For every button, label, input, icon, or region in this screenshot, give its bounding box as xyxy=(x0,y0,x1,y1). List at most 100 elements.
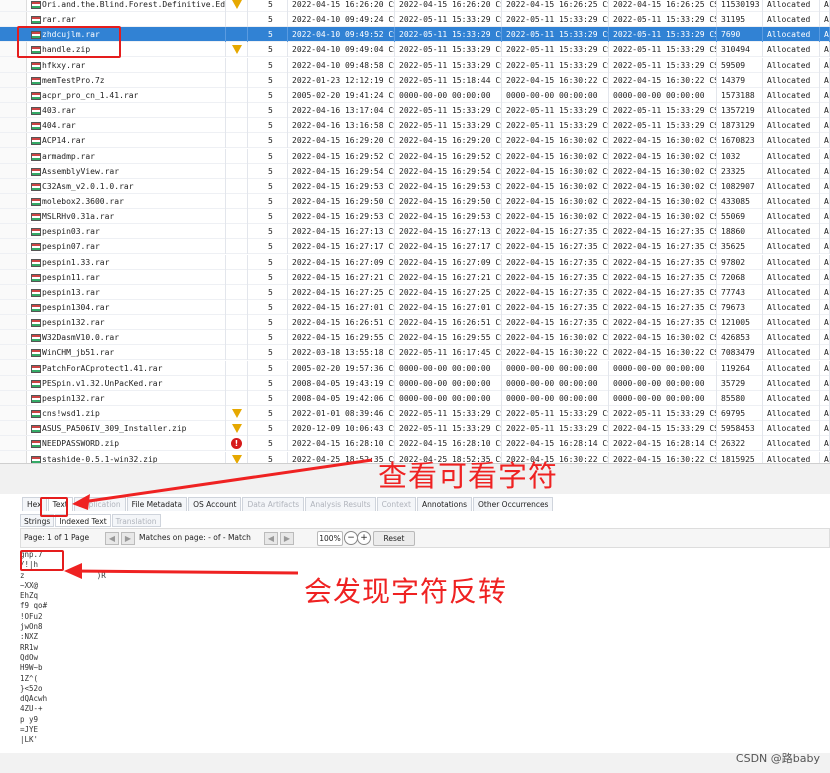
table-row[interactable]: acpr_pro_cn_1.41.rar 5 2005-02-20 19:41:24… xyxy=(0,87,830,103)
a-cell: A xyxy=(820,284,830,300)
table-row[interactable]: pespin13.rar 5 2022-04-15 16:27:25 CST 2022… xyxy=(0,284,830,300)
archive-file-icon xyxy=(31,197,41,206)
zoom-field[interactable]: 100% xyxy=(317,531,343,546)
table-row[interactable]: memTestPro.7z 5 2022-01-23 12:12:19 CST 202… xyxy=(0,72,830,88)
next-match-button[interactable]: ▶ xyxy=(280,532,294,545)
table-row[interactable]: armadmp.rar 5 2022-04-15 16:29:52 CST 2022-… xyxy=(0,148,830,164)
a-cell: A xyxy=(820,57,830,73)
prev-page-button[interactable]: ◀ xyxy=(105,532,119,545)
table-row[interactable]: handle.zip 5 2022-04-10 09:49:04 CST 2022-0… xyxy=(0,42,830,58)
size-cell: 79673 xyxy=(717,300,763,315)
t3-cell: 2022-04-15 16:30:02 CST xyxy=(502,133,609,149)
a-cell: A xyxy=(820,345,830,361)
highlight-selected-row xyxy=(17,26,121,58)
table-row[interactable]: zhdcujlm.rar 5 2022-04-10 09:49:52 CST 2022… xyxy=(0,27,830,43)
text-line: }<52o xyxy=(20,683,43,693)
t2-cell: 2022-04-15 16:29:55 CST xyxy=(395,330,502,346)
size-cell: 26322 xyxy=(717,436,763,452)
table-row[interactable]: pespin07.rar 5 2022-04-15 16:27:17 CST 2022… xyxy=(0,239,830,255)
highlight-text-tab xyxy=(40,497,68,517)
alloc-cell: Allocated xyxy=(763,148,820,164)
table-row[interactable]: PatchForACprotect1.41.rar 5 2005-02-20 19:… xyxy=(0,360,830,376)
table-row[interactable]: Ori.and.the.Blind.Forest.Definitive.Ed.r… xyxy=(0,0,830,12)
score-cell: 5 xyxy=(248,390,288,406)
archive-file-icon xyxy=(31,243,41,252)
t3-cell: 2022-04-15 16:30:22 CST xyxy=(502,72,609,88)
score-cell: 5 xyxy=(248,209,288,225)
archive-file-icon xyxy=(31,167,41,176)
status-flag-cell xyxy=(226,254,248,270)
table-row[interactable]: pespin1.33.rar 5 2022-04-15 16:27:09 CST 20… xyxy=(0,254,830,270)
table-row[interactable]: WinCHM_jb51.rar 5 2022-03-18 13:55:18 CST 2… xyxy=(0,345,830,361)
t2-cell: 2022-04-15 16:29:50 CST xyxy=(395,193,502,209)
score-cell: 5 xyxy=(248,87,288,103)
table-row[interactable]: rar.rar 5 2022-04-10 09:49:24 CST 2022-05-1… xyxy=(0,12,830,28)
table-row[interactable]: pespin132.rar 5 2008-04-05 19:42:06 CST 000… xyxy=(0,390,830,406)
table-row[interactable]: 403.rar 5 2022-04-16 13:17:04 CST 2022-05-1… xyxy=(0,103,830,119)
zoom-out-icon[interactable]: − xyxy=(344,531,358,545)
next-page-button[interactable]: ▶ xyxy=(121,532,135,545)
tab-os-account[interactable]: OS Account xyxy=(188,497,242,511)
a-cell: A xyxy=(820,390,830,406)
tab-file-metadata[interactable]: File Metadata xyxy=(126,497,188,511)
alloc-cell: Allocated xyxy=(763,406,820,422)
table-row[interactable]: ASUS_PA506IV_309_Installer.zip 5 2020-12-0… xyxy=(0,421,830,437)
a-cell: A xyxy=(820,87,830,103)
a-cell: A xyxy=(820,451,830,463)
t2-cell: 2022-05-11 15:33:29 CST xyxy=(395,57,502,73)
t3-cell: 2022-04-15 16:30:22 CST xyxy=(502,345,609,361)
status-flag-cell xyxy=(226,148,248,164)
table-row[interactable]: NEEDPASSWORD.zip! 5 2022-04-15 16:28:10 CS… xyxy=(0,436,830,452)
table-row[interactable]: C32Asm_v2.0.1.0.rar 5 2022-04-15 16:29:53 … xyxy=(0,178,830,194)
t2-cell: 2022-05-11 16:17:45 CST xyxy=(395,345,502,361)
t1-cell: 2022-04-15 16:29:55 CST xyxy=(288,330,395,346)
tab-annotations[interactable]: Annotations xyxy=(416,497,472,511)
table-row[interactable]: ACP14.rar 5 2022-04-15 16:29:20 CST 2022-04… xyxy=(0,133,830,149)
prev-match-button[interactable]: ◀ xyxy=(264,532,278,545)
a-cell: A xyxy=(820,239,830,255)
reset-button[interactable]: Reset xyxy=(373,531,415,546)
table-row[interactable]: 404.rar 5 2022-04-16 13:16:58 CST 2022-05-1… xyxy=(0,118,830,134)
t4-cell: 2022-04-15 16:27:35 CST xyxy=(609,239,717,255)
table-row[interactable]: pespin03.rar 5 2022-04-15 16:27:13 CST 2022… xyxy=(0,224,830,240)
t2-cell: 2022-04-15 16:29:20 CST xyxy=(395,133,502,149)
score-cell: 5 xyxy=(248,163,288,179)
table-row[interactable]: hfkxy.rar 5 2022-04-10 09:48:58 CST 2022-05… xyxy=(0,57,830,73)
table-row[interactable]: pespin132.rar 5 2022-04-15 16:26:51 CST 202… xyxy=(0,315,830,331)
table-row[interactable]: W32DasmV10.0.rar 5 2022-04-15 16:29:55 CST… xyxy=(0,330,830,346)
archive-file-icon xyxy=(31,440,41,449)
status-flag-cell xyxy=(226,406,248,422)
tab-other-occurrences[interactable]: Other Occurrences xyxy=(473,497,554,511)
zoom-in-icon[interactable]: + xyxy=(357,531,371,545)
status-flag-cell xyxy=(226,118,248,134)
file-table: Ori.and.the.Blind.Forest.Definitive.Ed.r… xyxy=(0,0,830,463)
alloc-cell: Allocated xyxy=(763,118,820,134)
alloc-cell: Allocated xyxy=(763,42,820,58)
status-flag-cell xyxy=(226,269,248,285)
file-name: pespin1304.rar xyxy=(42,303,110,312)
file-name-cell: pespin13.rar xyxy=(26,284,226,300)
t1-cell: 2022-04-10 09:49:52 CST xyxy=(288,27,395,43)
archive-file-icon xyxy=(31,107,41,116)
alloc-cell: Allocated xyxy=(763,209,820,225)
size-cell: 35625 xyxy=(717,239,763,255)
t1-cell: 2022-04-10 09:48:58 CST xyxy=(288,57,395,73)
table-row[interactable]: cns!wsd1.zip 5 2022-01-01 08:39:46 CST 2022… xyxy=(0,406,830,422)
table-row[interactable]: pespin1304.rar 5 2022-04-15 16:27:01 CST 20… xyxy=(0,300,830,315)
t4-cell: 2022-04-15 16:30:02 CST xyxy=(609,148,717,164)
size-cell: 31195 xyxy=(717,12,763,28)
table-row[interactable]: molebox2.3600.rar 5 2022-04-15 16:29:50 CS… xyxy=(0,193,830,209)
size-cell: 14379 xyxy=(717,72,763,88)
status-flag-cell xyxy=(226,103,248,119)
t1-cell: 2005-02-20 19:57:36 CST xyxy=(288,360,395,376)
table-row[interactable]: PESpin.v1.32.UnPacKed.rar 5 2008-04-05 19:… xyxy=(0,375,830,391)
file-name-cell: ASUS_PA506IV_309_Installer.zip xyxy=(26,421,226,437)
table-row[interactable]: pespin11.rar 5 2022-04-15 16:27:21 CST 2022… xyxy=(0,269,830,285)
table-row[interactable]: MSLRHv0.31a.rar 5 2022-04-15 16:29:53 CST 2… xyxy=(0,209,830,225)
a-cell: A xyxy=(820,163,830,179)
size-cell: 85580 xyxy=(717,390,763,406)
t4-cell: 2022-05-11 15:33:29 CST xyxy=(609,57,717,73)
table-row[interactable]: AssemblyView.rar 5 2022-04-15 16:29:54 CST… xyxy=(0,163,830,179)
t3-cell: 2022-04-15 16:30:02 CST xyxy=(502,193,609,209)
a-cell: A xyxy=(820,193,830,209)
